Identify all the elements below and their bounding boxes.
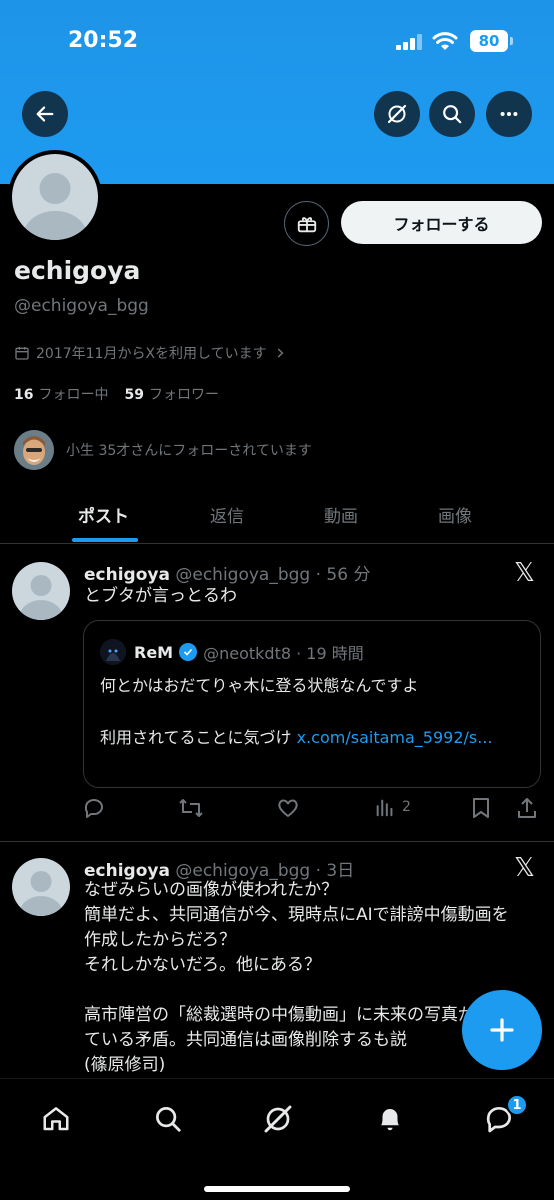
follow-button[interactable]: フォローする xyxy=(341,201,542,244)
following-label: フォロー中 xyxy=(38,387,109,403)
post-author-name[interactable]: echigoya xyxy=(84,565,170,585)
x-logo-icon[interactable]: 𝕏 xyxy=(514,853,535,883)
quote-link[interactable]: x.com/saitama_5992/s... xyxy=(297,728,493,747)
join-date-text: 2017年11月からXを利用しています xyxy=(36,346,267,362)
more-button[interactable] xyxy=(486,91,532,137)
calendar-icon xyxy=(15,347,29,360)
chevron-right-icon xyxy=(277,348,283,358)
post-text: なぜみらいの画像が使われたか？ 簡単だよ、共同通信が今、現時点にAIで誹謗中傷動… xyxy=(84,880,509,1075)
following-link[interactable]: 16 フォロー中 xyxy=(14,384,108,404)
messages-badge: 1 xyxy=(506,1094,528,1116)
post-meta: @echigoya_bgg · 56 分 xyxy=(175,565,371,585)
quote-text-line2: 利用されてることに気づけ xyxy=(100,728,297,747)
post-text: とブタが言っとるわ xyxy=(84,586,237,606)
join-date[interactable]: 2017年11月からXを利用しています xyxy=(14,343,287,363)
battery-nub xyxy=(510,37,513,45)
profile-name: echigoya xyxy=(14,256,141,285)
follow-counts: 16 フォロー中 59 フォロワー xyxy=(14,384,219,404)
post-divider xyxy=(0,841,554,842)
post-actions: 2 xyxy=(82,796,540,826)
gift-button[interactable] xyxy=(284,201,329,246)
followers-label: フォロワー xyxy=(148,387,219,403)
followers-link[interactable]: 59 フォロワー xyxy=(124,384,218,404)
profile-handle: @echigoya_bgg xyxy=(14,296,149,316)
views-chart-icon xyxy=(376,799,393,817)
reply-icon xyxy=(84,799,103,818)
bottom-navigation xyxy=(0,1078,554,1200)
arrow-left-icon xyxy=(36,106,54,122)
search-icon xyxy=(156,1107,181,1132)
views-count: 2 xyxy=(402,799,411,815)
home-icon xyxy=(43,1107,69,1131)
share-icon xyxy=(518,798,536,818)
quote-text: 何とかはおだてりゃ木に登る状態なんですよ 利用されてることに気づけ x.com/… xyxy=(100,673,530,751)
reply-button[interactable] xyxy=(82,796,106,820)
share-button[interactable] xyxy=(516,796,538,820)
wifi-icon xyxy=(432,32,458,50)
repost-icon xyxy=(179,799,203,817)
bookmark-button[interactable] xyxy=(470,796,492,820)
post-avatar[interactable] xyxy=(12,858,70,916)
default-avatar-icon xyxy=(12,154,98,240)
plus-icon xyxy=(490,1018,514,1042)
quote-header: ReM @neotkdt8 · 19 時間 xyxy=(134,640,364,664)
profile-tabs: ポスト 返信 動画 画像 xyxy=(0,488,554,544)
tab-replies[interactable]: 返信 xyxy=(210,502,244,527)
bookmark-icon xyxy=(473,798,489,818)
repost-button[interactable] xyxy=(178,796,204,820)
post-header: echigoya @echigoya_bgg · 56 分 xyxy=(84,560,370,585)
x-logo-icon[interactable]: 𝕏 xyxy=(514,558,535,588)
grok-icon xyxy=(387,104,407,124)
heart-icon xyxy=(278,799,298,817)
active-tab-indicator xyxy=(72,538,138,542)
quote-meta: @neotkdt8 · 19 時間 xyxy=(203,644,364,663)
nav-home[interactable] xyxy=(38,1101,74,1137)
like-button[interactable] xyxy=(276,796,300,820)
views-button[interactable]: 2 xyxy=(374,796,411,818)
nav-notifications[interactable] xyxy=(372,1101,408,1137)
status-bar: 20:52 80 xyxy=(0,0,554,82)
tab-videos[interactable]: 動画 xyxy=(324,502,358,527)
search-icon xyxy=(443,105,462,124)
quote-text-line1: 何とかはおだてりゃ木に登る状態なんですよ xyxy=(100,676,419,695)
bell-icon xyxy=(381,1109,399,1131)
cellular-signal-icon xyxy=(396,34,422,50)
quote-author-name: ReM xyxy=(134,642,174,662)
quote-avatar xyxy=(100,639,126,665)
status-time: 20:52 xyxy=(68,28,139,53)
home-indicator xyxy=(204,1186,350,1192)
compose-button[interactable] xyxy=(462,990,542,1070)
battery-indicator: 80 xyxy=(470,30,508,52)
post-avatar[interactable] xyxy=(12,562,70,620)
tab-images[interactable]: 画像 xyxy=(438,502,472,527)
following-count: 16 xyxy=(14,387,34,403)
quoted-post[interactable]: ReM @neotkdt8 · 19 時間 何とかはおだてりゃ木に登る状態なんで… xyxy=(83,620,541,788)
more-horizontal-icon xyxy=(500,111,518,117)
follower-avatar xyxy=(14,430,54,470)
followed-by-text: 小生 35才さんにフォローされています xyxy=(66,443,312,459)
gift-icon xyxy=(297,216,316,232)
followed-by-row[interactable]: 小生 35才さんにフォローされています xyxy=(14,430,312,470)
nav-search[interactable] xyxy=(150,1101,186,1137)
followers-count: 59 xyxy=(124,387,144,403)
grok-button[interactable] xyxy=(374,91,420,137)
verified-badge-icon xyxy=(179,643,198,661)
back-button[interactable] xyxy=(22,91,68,137)
nav-grok[interactable] xyxy=(260,1101,296,1137)
grok-icon xyxy=(264,1105,292,1133)
profile-avatar[interactable] xyxy=(8,150,102,244)
search-button[interactable] xyxy=(429,91,475,137)
tab-posts[interactable]: ポスト xyxy=(78,502,129,527)
